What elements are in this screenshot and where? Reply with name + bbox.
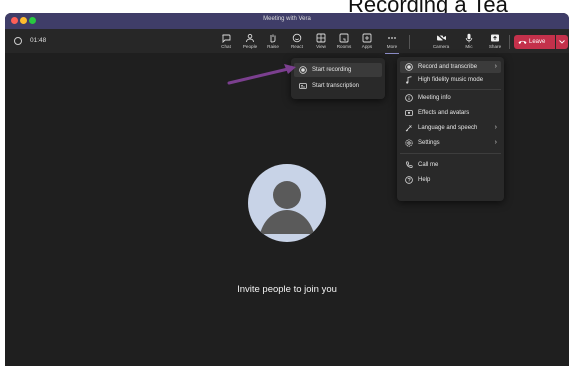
menu-item-help[interactable]: Help (400, 174, 501, 186)
person-placeholder-icon (260, 181, 314, 234)
help-icon (405, 176, 413, 184)
annotation-arrow-icon (227, 64, 296, 85)
chevron-right-icon: › (494, 139, 497, 146)
menu-item-settings[interactable]: Settings › (400, 137, 501, 149)
invite-text: Invite people to join you (237, 284, 337, 295)
phone-icon (406, 161, 413, 168)
screenshot-page: Recording a Tea Meeting with Vera 01:48 … (0, 0, 572, 366)
menu-item-call-me[interactable]: Call me (400, 159, 501, 171)
menu-item-label: Call me (418, 162, 439, 168)
menu-item-label: Help (418, 177, 431, 183)
menu-item-label: Settings (418, 140, 440, 146)
avatar (248, 164, 326, 242)
gear-icon (405, 139, 413, 147)
menu-divider (400, 153, 501, 154)
teams-meeting-window: Meeting with Vera 01:48 Chat People Rais… (5, 13, 569, 366)
